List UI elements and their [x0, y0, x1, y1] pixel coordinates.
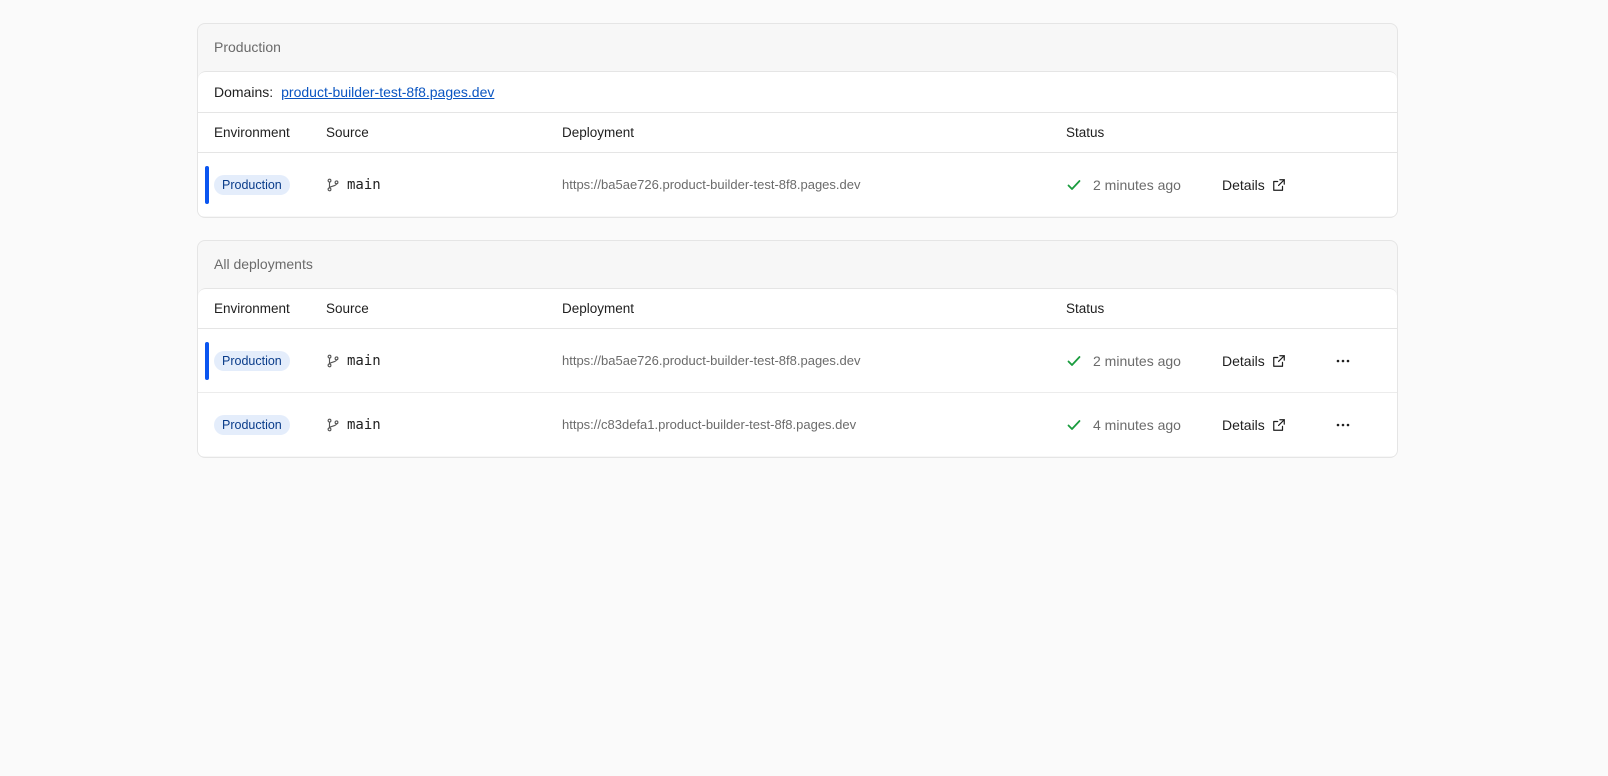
- git-branch-icon: [327, 354, 339, 367]
- active-indicator: [205, 166, 209, 204]
- external-link-icon: [1272, 354, 1285, 367]
- all-deployments-body: Environment Source Deployment Status Pro…: [198, 288, 1397, 456]
- status-text: 2 minutes ago: [1093, 352, 1181, 369]
- environment-badge: Production: [214, 174, 290, 195]
- header-deployment: Deployment: [562, 125, 635, 140]
- status-cell: 2 minutes ago: [1066, 177, 1181, 193]
- details-link[interactable]: Details: [1222, 353, 1286, 369]
- domain-link[interactable]: product-builder-test-8f8.pages.dev: [281, 84, 494, 100]
- production-panel: Production Domains: product-builder-test…: [197, 23, 1398, 218]
- details-link[interactable]: Details: [1222, 177, 1286, 193]
- check-icon: [1067, 419, 1081, 430]
- git-branch-icon: [327, 418, 339, 431]
- branch-name: main: [347, 176, 381, 193]
- environment-badge: Production: [214, 350, 290, 371]
- header-source: Source: [326, 301, 369, 316]
- details-label: Details: [1222, 176, 1265, 193]
- details-link[interactable]: Details: [1222, 417, 1286, 433]
- deployment-url[interactable]: https://ba5ae726.product-builder-test-8f…: [562, 353, 860, 368]
- table-header: Environment Source Deployment Status: [198, 289, 1397, 329]
- git-branch-icon: [327, 178, 339, 191]
- branch-name: main: [347, 416, 381, 433]
- active-indicator: [205, 342, 209, 380]
- production-body: Domains: product-builder-test-8f8.pages.…: [198, 71, 1397, 216]
- table-row[interactable]: Production main https://c83defa1.product…: [198, 393, 1397, 456]
- more-horizontal-icon: [1336, 359, 1350, 362]
- status-text: 2 minutes ago: [1093, 176, 1181, 193]
- deployment-url[interactable]: https://ba5ae726.product-builder-test-8f…: [562, 177, 860, 192]
- header-status: Status: [1066, 301, 1105, 316]
- external-link-icon: [1272, 178, 1285, 191]
- more-options-button[interactable]: [1333, 415, 1353, 435]
- domains-row: Domains: product-builder-test-8f8.pages.…: [198, 72, 1397, 113]
- more-options-button[interactable]: [1333, 351, 1353, 371]
- header-environment: Environment: [214, 125, 290, 140]
- header-deployment: Deployment: [562, 301, 635, 316]
- all-deployments-panel: All deployments Environment Source Deplo…: [197, 240, 1398, 458]
- source-cell: main: [326, 177, 381, 193]
- more-horizontal-icon: [1336, 423, 1350, 426]
- details-label: Details: [1222, 352, 1265, 369]
- status-cell: 2 minutes ago: [1066, 353, 1181, 369]
- status-text: 4 minutes ago: [1093, 416, 1181, 433]
- table-header: Environment Source Deployment Status: [198, 113, 1397, 153]
- production-title: Production: [214, 39, 281, 55]
- check-icon: [1067, 179, 1081, 190]
- environment-badge: Production: [214, 414, 290, 435]
- branch-name: main: [347, 352, 381, 369]
- header-status: Status: [1066, 125, 1105, 140]
- all-deployments-title: All deployments: [214, 256, 313, 272]
- external-link-icon: [1272, 418, 1285, 431]
- domains-label: Domains:: [214, 84, 274, 100]
- source-cell: main: [326, 417, 381, 433]
- table-row[interactable]: Production main https://ba5ae726.product…: [198, 329, 1397, 393]
- deployment-url[interactable]: https://c83defa1.product-builder-test-8f…: [562, 417, 856, 432]
- source-cell: main: [326, 353, 381, 369]
- check-icon: [1067, 355, 1081, 366]
- details-label: Details: [1222, 416, 1265, 433]
- header-environment: Environment: [214, 301, 290, 316]
- header-source: Source: [326, 125, 369, 140]
- table-row[interactable]: Production main https://ba5ae726.product…: [198, 153, 1397, 216]
- status-cell: 4 minutes ago: [1066, 417, 1181, 433]
